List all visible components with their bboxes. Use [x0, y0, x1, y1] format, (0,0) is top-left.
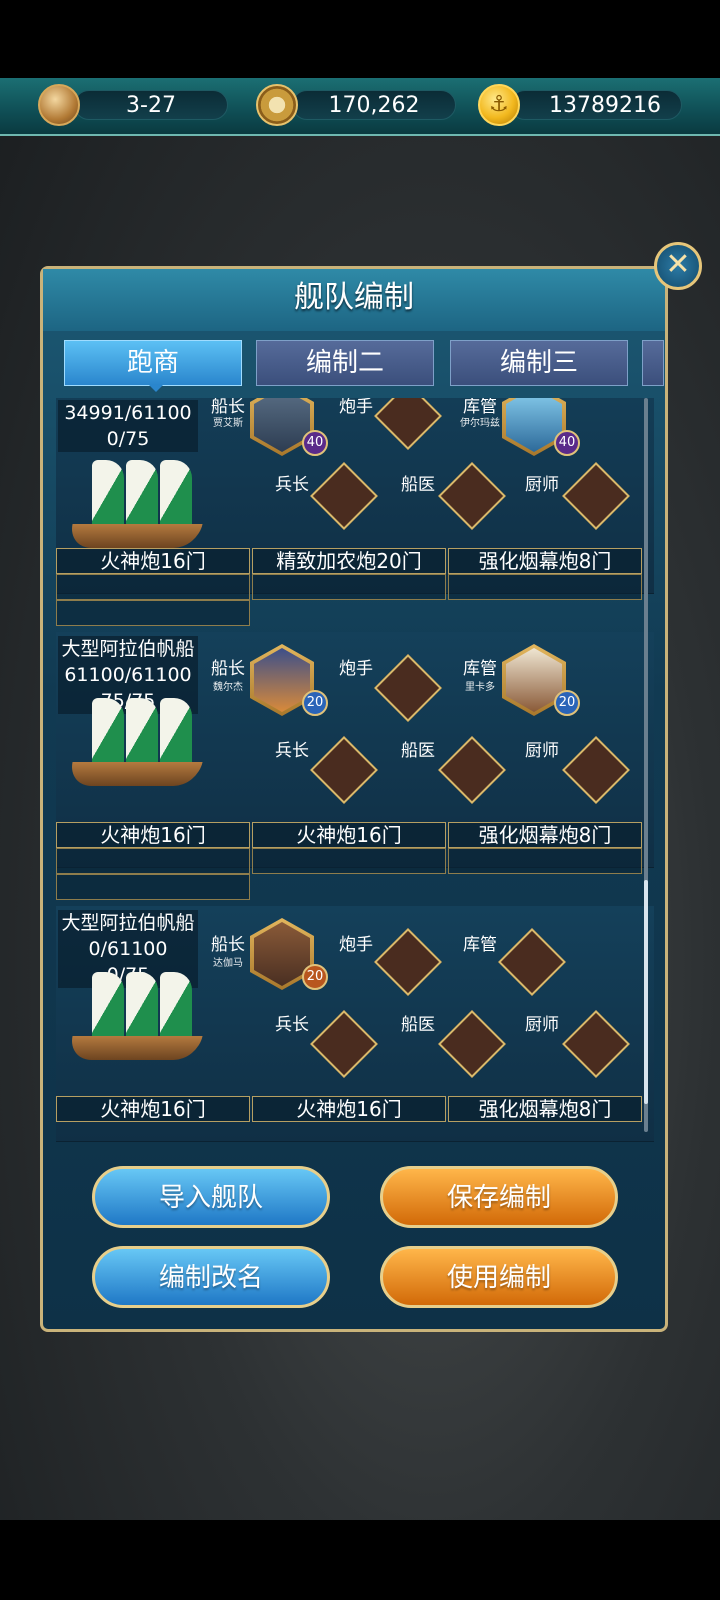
- gun-slot[interactable]: 精致加农炮20门: [252, 548, 446, 574]
- rename-formation-button[interactable]: 编制改名: [92, 1246, 330, 1308]
- slot-label-cook: 厨师: [525, 741, 559, 761]
- tab-more[interactable]: [642, 340, 664, 386]
- slot-label-quartermaster: 库管: [463, 935, 497, 955]
- status-bar-area: [0, 0, 720, 78]
- stage-counter: 3-27: [74, 90, 228, 120]
- ship-durability: 34991/61100: [64, 402, 192, 424]
- ship-image: [67, 692, 203, 802]
- anchor-coin-icon: ⚓: [478, 84, 520, 126]
- doctor-slot[interactable]: [438, 1010, 506, 1078]
- import-fleet-button[interactable]: 导入舰队: [92, 1166, 330, 1228]
- compass-counter: 170,262: [292, 90, 456, 120]
- close-button[interactable]: ✕: [654, 242, 702, 290]
- gun-slot[interactable]: 火神炮16门: [56, 1096, 250, 1122]
- gun-slot[interactable]: 火神炮16门: [252, 822, 446, 848]
- gun-slot[interactable]: 强化烟幕炮8门: [448, 822, 642, 848]
- tab-formation-three[interactable]: 编制三: [450, 340, 628, 386]
- navigation-bar-area: [0, 1520, 720, 1600]
- ship-image: [67, 966, 203, 1076]
- close-icon: ✕: [665, 247, 691, 282]
- list-scrollbar-thumb[interactable]: [644, 880, 648, 1104]
- gold-value: 13789216: [549, 92, 661, 118]
- cook-slot[interactable]: [562, 736, 630, 804]
- ship-name: 大型阿拉伯帆船: [61, 638, 195, 660]
- slot-label-sergeant: 兵长: [275, 1015, 309, 1035]
- quartermaster-level-badge: 20: [554, 690, 580, 716]
- ship-stats: 34991/61100 0/75: [58, 400, 198, 452]
- quartermaster-name: 伊尔玛兹: [460, 418, 500, 429]
- captain-name: 贾艾斯: [213, 418, 243, 429]
- gun-slot[interactable]: 强化烟幕炮8门: [448, 548, 642, 574]
- cook-slot[interactable]: [562, 1010, 630, 1078]
- gun-slot[interactable]: 火神炮16门: [56, 822, 250, 848]
- game-screen: { "resources": { "stage": "3-27", "compa…: [0, 0, 720, 1600]
- doctor-slot[interactable]: [438, 736, 506, 804]
- gun-row: 火神炮16门 精致加农炮20门 强化烟幕炮8门: [56, 548, 654, 574]
- slot-label-sergeant: 兵长: [275, 741, 309, 761]
- gunner-slot[interactable]: [374, 398, 442, 450]
- dialog-title: 舰队编制: [294, 280, 414, 315]
- ship-name: 大型阿拉伯帆船: [61, 912, 195, 934]
- slot-label-doctor: 船医: [401, 741, 435, 761]
- cook-slot[interactable]: [562, 462, 630, 530]
- gold-counter: 13789216: [510, 90, 682, 120]
- hourglass-icon: [38, 84, 80, 126]
- gun-slot[interactable]: 强化烟幕炮8门: [448, 1096, 642, 1122]
- use-formation-button[interactable]: 使用编制: [380, 1246, 618, 1308]
- empty-slot[interactable]: [56, 574, 250, 600]
- slot-label-cook: 厨师: [525, 475, 559, 495]
- ship-durability: 61100/61100: [64, 664, 192, 686]
- captain-level-badge: 20: [302, 690, 328, 716]
- stage-value: 3-27: [126, 92, 176, 118]
- empty-slot[interactable]: [448, 848, 642, 874]
- equipment-row: [56, 574, 654, 600]
- equipment-row: [56, 874, 654, 900]
- quartermaster-level-badge: 40: [554, 430, 580, 456]
- captain-level-badge: 40: [302, 430, 328, 456]
- tab-formation-two[interactable]: 编制二: [256, 340, 434, 386]
- gun-slot[interactable]: 火神炮16门: [252, 1096, 446, 1122]
- ship-list[interactable]: 34991/61100 0/75 船长 贾艾斯 40 炮手 库管 伊尔玛兹 40…: [56, 398, 654, 1142]
- captain-level-badge: 20: [302, 964, 328, 990]
- resource-bar: 3-27 170,262 13789216 ⚓: [0, 78, 720, 136]
- save-formation-button[interactable]: 保存编制: [380, 1166, 618, 1228]
- slot-label-gunner: 炮手: [339, 935, 373, 955]
- tab-trade[interactable]: 跑商: [64, 340, 242, 386]
- slot-label-captain: 船长: [211, 659, 245, 679]
- empty-slot[interactable]: [252, 574, 446, 600]
- empty-slot[interactable]: [56, 874, 250, 900]
- empty-slot[interactable]: [56, 848, 250, 874]
- slot-label-quartermaster: 库管: [463, 659, 497, 679]
- captain-name: 达伽马: [213, 958, 243, 969]
- gun-slot[interactable]: 火神炮16门: [56, 548, 250, 574]
- slot-label-captain: 船长: [211, 935, 245, 955]
- active-tab-pointer: [148, 384, 164, 394]
- gun-row: 火神炮16门 火神炮16门 强化烟幕炮8门: [56, 1096, 654, 1122]
- compass-value: 170,262: [328, 92, 420, 118]
- gun-row: 火神炮16门 火神炮16门 强化烟幕炮8门: [56, 822, 654, 848]
- empty-slot[interactable]: [448, 574, 642, 600]
- empty-slot[interactable]: [56, 600, 250, 626]
- equipment-row: [56, 600, 654, 626]
- equipment-row: [56, 848, 654, 874]
- empty-slot[interactable]: [252, 848, 446, 874]
- slot-label-gunner: 炮手: [339, 659, 373, 679]
- quartermaster-name: 里卡多: [465, 682, 495, 693]
- slot-label-doctor: 船医: [401, 475, 435, 495]
- doctor-slot[interactable]: [438, 462, 506, 530]
- captain-name: 魏尔杰: [213, 682, 243, 693]
- ship-crew: 0/75: [106, 428, 150, 450]
- compass-icon: [256, 84, 298, 126]
- ship-durability: 0/61100: [88, 938, 168, 960]
- slot-label-cook: 厨师: [525, 1015, 559, 1035]
- slot-label-doctor: 船医: [401, 1015, 435, 1035]
